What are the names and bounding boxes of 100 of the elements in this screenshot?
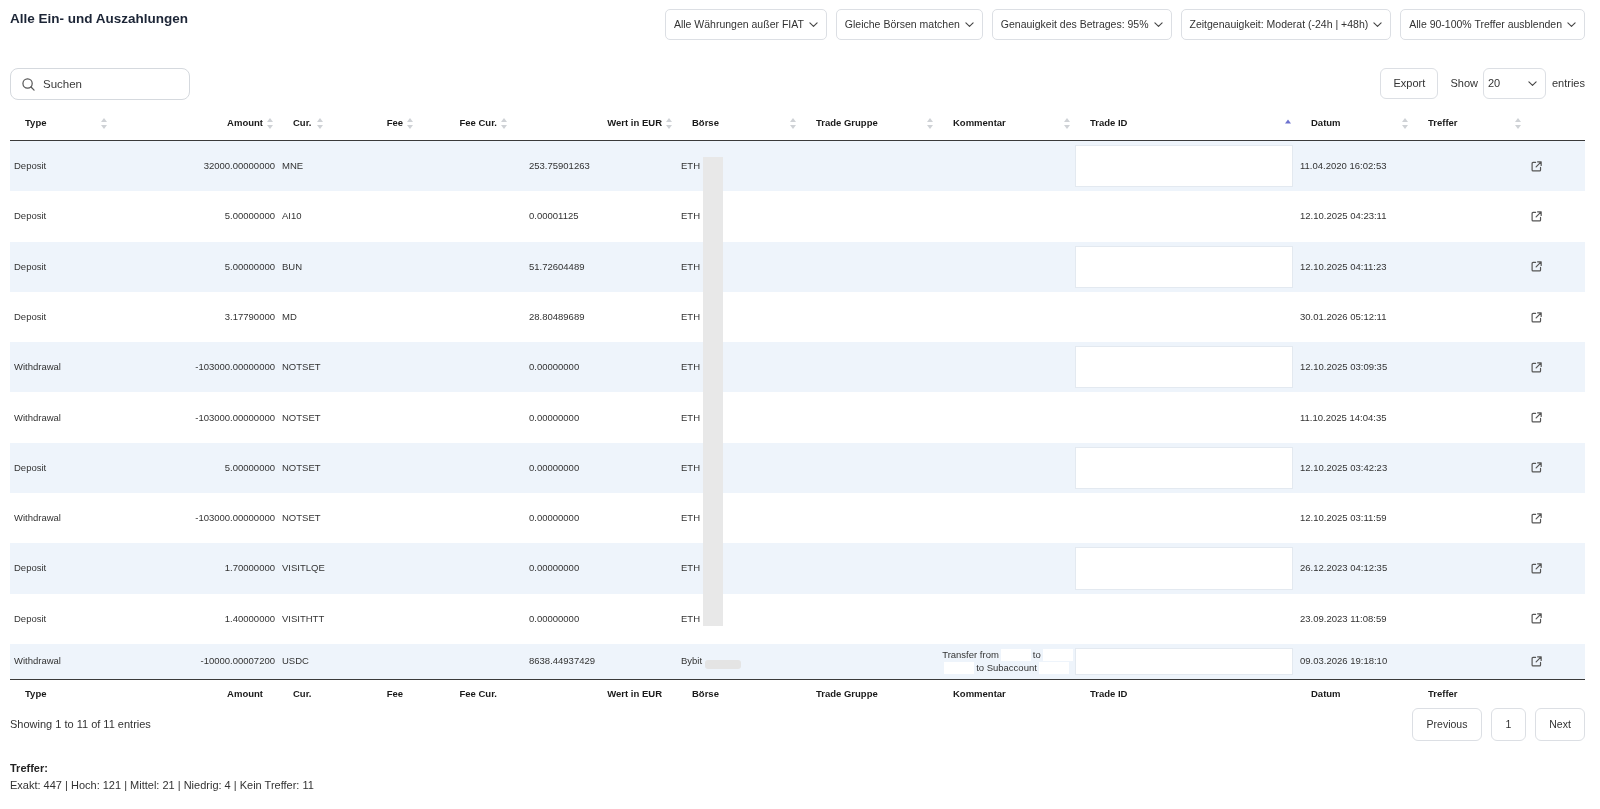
table-cell-text: Withdrawal	[13, 654, 62, 669]
table-cell-text: 1.40000000	[223, 611, 276, 626]
table-cell-text: 0.00000000	[528, 360, 581, 375]
column-header[interactable]: Börse	[677, 107, 801, 140]
chevron-icon	[1527, 80, 1537, 87]
table-cell: ETH	[681, 410, 700, 425]
table-cell-text: 0.00000000	[528, 561, 581, 576]
filter-dropdown[interactable]: Zeitgenauigkeit: Moderat (-24h | +48h)	[1180, 9, 1392, 40]
chevron-icon	[808, 21, 818, 28]
column-footer: Kommentar	[938, 679, 1075, 708]
table-cell: ETH	[681, 259, 700, 274]
column-header[interactable]: Amount	[112, 107, 278, 140]
table-cell-text: NOTSET	[281, 460, 322, 475]
table-cell: ETH	[681, 209, 700, 224]
table-cell-text: Deposit	[13, 259, 48, 274]
column-header[interactable]: Fee Cur.	[418, 107, 512, 140]
summary-text: Exakt: 447 | Hoch: 121 | Mittel: 21 | Niedrig: 4 | Kein Treffer: 11	[10, 777, 314, 793]
table-cell-text: NOTSET	[281, 511, 322, 526]
table-cell-text: 51.72604489	[528, 259, 586, 274]
external-link-icon[interactable]	[1531, 655, 1542, 667]
column-header[interactable]: Wert in EUR	[512, 107, 677, 140]
external-link-icon[interactable]	[1531, 512, 1542, 524]
table-cell: ETH	[681, 561, 700, 576]
table-cell-text: Withdrawal	[13, 511, 62, 526]
table-cell-text: 28.80489689	[528, 309, 586, 324]
external-link-icon[interactable]	[1531, 462, 1542, 474]
column-header[interactable]: Datum	[1296, 107, 1413, 140]
table-cell-text: 5.00000000	[223, 460, 276, 475]
page-length-select[interactable]: 20	[1482, 68, 1546, 99]
external-link-icon[interactable]	[1531, 311, 1542, 323]
page-button[interactable]: 1	[1491, 707, 1526, 741]
table-cell-text: 0.00001125	[528, 209, 580, 224]
filter-dropdown[interactable]: Alle Währungen außer FIAT	[664, 9, 827, 40]
column-footer: Cur.	[278, 679, 328, 708]
column-header[interactable]: Fee	[328, 107, 418, 140]
previous-button[interactable]: Previous	[1412, 707, 1482, 741]
column-header[interactable]: Kommentar	[938, 107, 1075, 140]
export-button[interactable]: Export	[1380, 67, 1439, 99]
table-cell-text: 12.10.2025 03:11:59	[1299, 511, 1388, 526]
table-cell-text: Withdrawal	[13, 360, 62, 375]
entries-label: entries	[1551, 76, 1585, 92]
external-link-icon[interactable]	[1531, 613, 1542, 625]
column-header[interactable]: Trade Gruppe	[801, 107, 938, 140]
column-footer: Treffer	[1413, 679, 1526, 708]
external-link-icon[interactable]	[1531, 160, 1542, 172]
table-cell-text: 0.00000000	[528, 511, 581, 526]
table-cell-text: 26.12.2023 04:12:35	[1299, 561, 1389, 576]
show-label: Show	[1450, 76, 1478, 92]
table-cell-text: ETH	[681, 309, 700, 324]
chevron-icon	[1373, 21, 1383, 28]
table-cell-text: 0.00000000	[528, 611, 581, 626]
external-link-icon[interactable]	[1531, 361, 1542, 373]
column-header[interactable]: Cur.	[278, 107, 328, 140]
column-header[interactable]: Trade ID	[1075, 107, 1296, 140]
column-header[interactable]: Treffer	[1413, 107, 1526, 140]
table-cell-text: 253.75901263	[528, 159, 591, 173]
table-cell-text: 3.17790000	[223, 309, 276, 324]
summary-title: Treffer:	[10, 760, 48, 776]
filter-dropdown[interactable]: Alle 90-100% Treffer ausblenden	[1400, 9, 1585, 40]
table-cell-text: BUN	[281, 259, 304, 274]
table-cell-text: Deposit	[13, 159, 48, 173]
comment-text: to	[1031, 647, 1042, 662]
column-footer: Type	[10, 679, 112, 708]
column-footer: Fee	[328, 679, 418, 708]
column-footer: Amount	[112, 679, 278, 708]
search-field[interactable]: Suchen	[10, 68, 190, 100]
table-cell-text: 1.70000000	[223, 561, 276, 576]
filter-dropdown[interactable]: Gleiche Börsen matchen	[835, 9, 983, 40]
table-cell: ETH	[681, 511, 700, 526]
table-cell-text: NOTSET	[281, 360, 322, 375]
table-cell-text: 12.10.2025 04:23:11	[1299, 209, 1388, 224]
column-footer: Trade ID	[1075, 679, 1296, 708]
table-cell-text: 5.00000000	[223, 209, 276, 224]
table-cell-text: 12.10.2025 03:42:23	[1299, 460, 1389, 475]
column-footer: Datum	[1296, 679, 1413, 708]
table-cell-text: Deposit	[13, 611, 48, 626]
table-cell-text: NOTSET	[281, 410, 322, 425]
table-cell-text: 32000.00000000	[202, 159, 276, 173]
table-cell-text: MNE	[281, 159, 305, 173]
table-cell-text: Withdrawal	[13, 410, 62, 425]
table-cell-text: 5.00000000	[223, 259, 276, 274]
external-link-icon[interactable]	[1531, 563, 1542, 574]
comment-text: Transfer from	[941, 647, 1000, 662]
table-cell-text: AI10	[281, 209, 303, 224]
table-cell-text: Deposit	[13, 309, 48, 324]
external-link-icon[interactable]	[1531, 261, 1542, 273]
filter-dropdown[interactable]: Genauigkeit des Betrages: 95%	[991, 9, 1172, 40]
external-link-icon[interactable]	[1531, 210, 1542, 222]
table-cell-text: MD	[281, 309, 298, 324]
table-cell-text: 11.04.2020 16:02:53	[1299, 159, 1388, 173]
next-button[interactable]: Next	[1535, 707, 1585, 741]
column-footer: Fee Cur.	[418, 679, 512, 708]
external-link-icon[interactable]	[1531, 412, 1542, 424]
table-cell-text: 09.03.2026 19:18:10	[1299, 654, 1389, 669]
table-cell-text: 30.01.2026 05:12:11	[1299, 309, 1388, 324]
column-header[interactable]: Type	[10, 107, 112, 140]
table-cell-text: Deposit	[13, 460, 48, 475]
table-cell-text: 0.00000000	[528, 410, 581, 425]
table-cell-text: VISITHTT	[281, 611, 326, 626]
table-cell: ETH	[681, 611, 700, 626]
